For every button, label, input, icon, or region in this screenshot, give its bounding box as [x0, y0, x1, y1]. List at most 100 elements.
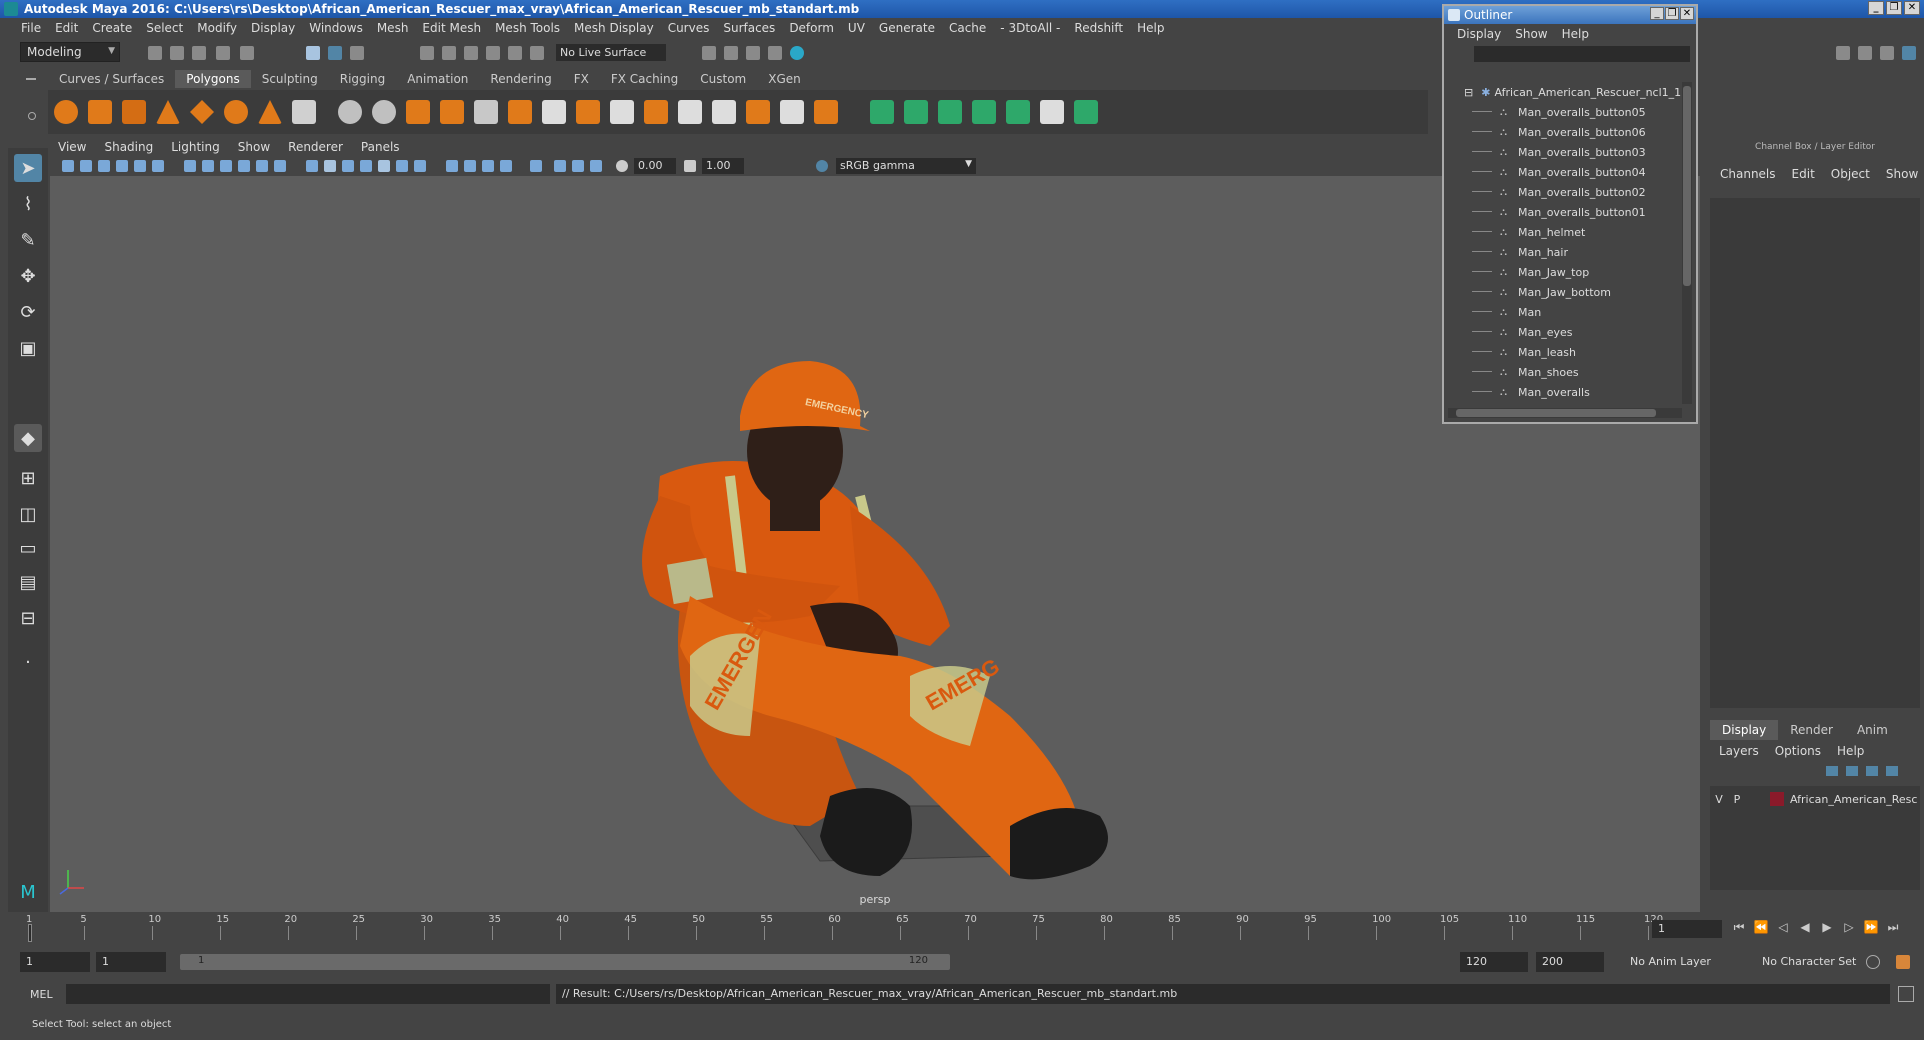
play-backward-icon[interactable]: ◀	[1796, 918, 1814, 936]
render-view-icon[interactable]	[790, 46, 804, 60]
outliner-restore-button[interactable]: ❐	[1665, 7, 1679, 20]
panel-menu-show[interactable]: Show	[230, 140, 280, 156]
snap-point-icon[interactable]	[464, 46, 478, 60]
single-perspective-layout-icon[interactable]: ◆	[14, 424, 42, 452]
outliner-item[interactable]: ⛬ Man_leash	[1448, 342, 1682, 362]
outliner-item[interactable]: ⛬ Man_overalls_button04	[1448, 162, 1682, 182]
tool-settings-icon[interactable]	[1880, 46, 1894, 60]
poly-sphere-icon[interactable]	[54, 100, 78, 124]
layer-tab-anim[interactable]: Anim	[1845, 720, 1900, 740]
preferences-icon[interactable]	[1896, 955, 1910, 969]
snap-view-icon[interactable]	[508, 46, 522, 60]
soften-edge-icon[interactable]	[814, 100, 838, 124]
menu-create[interactable]: Create	[85, 21, 139, 35]
channel-menu-channels[interactable]: Channels	[1712, 167, 1784, 181]
channel-menu-edit[interactable]: Edit	[1784, 167, 1823, 181]
panel-menu-lighting[interactable]: Lighting	[163, 140, 230, 156]
select-component-icon[interactable]	[350, 46, 364, 60]
menu-deform[interactable]: Deform	[782, 21, 841, 35]
shelf-tab-curves-surfaces[interactable]: Curves / Surfaces	[48, 70, 175, 88]
menu-edit-mesh[interactable]: Edit Mesh	[415, 21, 488, 35]
two-pane-layout-icon[interactable]: ◫	[14, 500, 42, 528]
menu-modify[interactable]: Modify	[190, 21, 244, 35]
bridge-icon[interactable]	[542, 100, 566, 124]
shelf-options-icon[interactable]	[28, 112, 36, 120]
wireframe-on-shaded-icon[interactable]	[360, 160, 372, 172]
shelf-menu-icon[interactable]	[26, 78, 36, 80]
outliner-item[interactable]: ⛬ Man	[1448, 302, 1682, 322]
bookmarks-icon[interactable]	[98, 160, 110, 172]
multi-cut-icon[interactable]	[678, 100, 702, 124]
attribute-editor-icon[interactable]	[1858, 46, 1872, 60]
gate-mask-icon[interactable]	[238, 160, 250, 172]
new-layer-icon[interactable]	[1866, 766, 1878, 776]
poly-cube-icon[interactable]	[88, 100, 112, 124]
persp-outliner-layout-icon[interactable]: ▭	[14, 534, 42, 562]
go-to-start-icon[interactable]: ⏮	[1730, 918, 1748, 936]
mel-label[interactable]: MEL	[30, 988, 53, 1001]
move-tool-icon[interactable]: ✥	[14, 262, 42, 290]
bevel-icon[interactable]	[576, 100, 600, 124]
channel-list[interactable]	[1710, 198, 1920, 708]
cut-uv-icon[interactable]	[1074, 100, 1098, 124]
undo-icon[interactable]	[216, 46, 230, 60]
display-layer-row[interactable]: V P African_American_Resc	[1710, 790, 1920, 808]
channel-box-toggle-icon[interactable]	[1902, 46, 1916, 60]
isolate-select-icon[interactable]	[530, 160, 542, 172]
panel-menu-panels[interactable]: Panels	[353, 140, 410, 156]
menu-edit[interactable]: Edit	[48, 21, 85, 35]
color-management-icon[interactable]	[816, 160, 828, 172]
default-material-icon[interactable]	[342, 160, 354, 172]
restore-button[interactable]: ❐	[1886, 1, 1902, 15]
poly-pyramid-icon[interactable]	[258, 100, 282, 124]
exposure-icon[interactable]	[616, 160, 628, 172]
image-plane-icon[interactable]	[116, 160, 128, 172]
anim-layer-select[interactable]: No Anim Layer	[1624, 952, 1744, 972]
motion-blur-icon[interactable]	[464, 160, 476, 172]
menu-uv[interactable]: UV	[841, 21, 872, 35]
new-layer-selected-icon[interactable]	[1886, 766, 1898, 776]
play-forward-icon[interactable]: ▶	[1818, 918, 1836, 936]
panel-menu-view[interactable]: View	[50, 140, 96, 156]
menu-display[interactable]: Display	[244, 21, 302, 35]
cylindrical-mapping-icon[interactable]	[904, 100, 928, 124]
shelf-tab-custom[interactable]: Custom	[689, 70, 757, 88]
poly-pipe-icon[interactable]	[292, 100, 316, 124]
outliner-item[interactable]: ⛬ Man_overalls_button01	[1448, 202, 1682, 222]
poly-torus-icon[interactable]	[224, 100, 248, 124]
outliner-item[interactable]: ⛬ Man_overalls_button06	[1448, 122, 1682, 142]
menu-3dtoall[interactable]: - 3DtoAll -	[993, 21, 1067, 35]
render-settings-icon[interactable]	[746, 46, 760, 60]
range-slider[interactable]: 1 120	[180, 954, 950, 970]
panel-menu-shading[interactable]: Shading	[96, 140, 163, 156]
screen-space-ao-icon[interactable]	[446, 160, 458, 172]
lasso-tool-icon[interactable]: ⌇	[14, 190, 42, 218]
extrude-icon[interactable]	[508, 100, 532, 124]
outliner-menu-help[interactable]: Help	[1555, 27, 1596, 41]
shadows-icon[interactable]	[414, 160, 426, 172]
menu-file[interactable]: File	[14, 21, 48, 35]
layout-options-icon[interactable]: ·	[14, 648, 42, 676]
shelf-tab-fx[interactable]: FX	[563, 70, 600, 88]
persp-graph-layout-icon[interactable]: ▤	[14, 568, 42, 596]
shelf-tab-rendering[interactable]: Rendering	[479, 70, 562, 88]
wireframe-icon[interactable]	[306, 160, 318, 172]
minimize-button[interactable]: _	[1868, 1, 1884, 15]
go-to-end-icon[interactable]: ⏭	[1884, 918, 1902, 936]
2d-pan-zoom-icon[interactable]	[134, 160, 146, 172]
poly-cylinder-icon[interactable]	[122, 100, 146, 124]
outliner-item[interactable]: ⛬ Man_overalls_button03	[1448, 142, 1682, 162]
script-editor-icon[interactable]	[1898, 986, 1914, 1002]
smooth-icon[interactable]	[440, 100, 464, 124]
view-transform-select[interactable]: sRGB gamma ▼	[836, 158, 976, 174]
layer-tab-display[interactable]: Display	[1710, 720, 1779, 740]
menu-cache[interactable]: Cache	[942, 21, 993, 35]
shelf-tab-fx-caching[interactable]: FX Caching	[600, 70, 689, 88]
scale-tool-icon[interactable]: ▣	[14, 334, 42, 362]
collapse-icon[interactable]: ⊟	[1464, 86, 1473, 99]
menu-mesh[interactable]: Mesh	[370, 21, 416, 35]
layer-menu-options[interactable]: Options	[1768, 744, 1830, 758]
gamma-icon[interactable]	[684, 160, 696, 172]
outliner-scrollbar[interactable]	[1682, 82, 1692, 404]
panel-menu-renderer[interactable]: Renderer	[280, 140, 353, 156]
